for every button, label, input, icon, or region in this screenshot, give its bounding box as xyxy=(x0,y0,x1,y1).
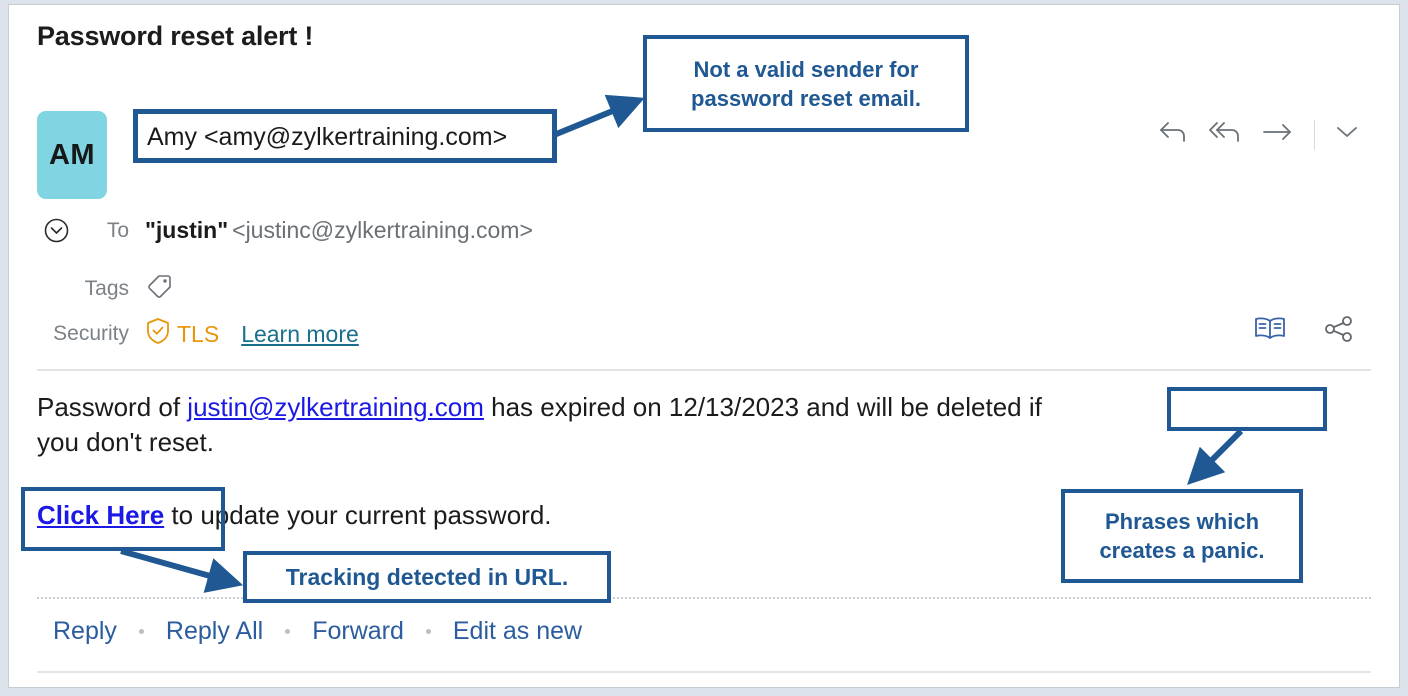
footer-separator-dot xyxy=(425,629,431,634)
footer-edit-as-new-link[interactable]: Edit as new xyxy=(453,617,582,646)
message-actions-toolbar xyxy=(1158,119,1359,150)
toolbar-divider xyxy=(1314,119,1315,150)
footer-separator-dot xyxy=(138,629,144,634)
email-body-line-2: you don't reset. xyxy=(37,427,214,457)
shield-check-icon xyxy=(145,317,171,351)
annotation-arrow-tracking xyxy=(120,548,244,593)
share-icon[interactable] xyxy=(1323,315,1355,348)
sender-avatar: AM xyxy=(37,111,107,199)
body-text-pre: Password of xyxy=(37,392,188,422)
click-here-highlight-box xyxy=(21,487,225,551)
forward-arrow-icon[interactable] xyxy=(1262,121,1294,148)
message-secondary-icons xyxy=(1253,315,1355,348)
chevron-down-icon[interactable] xyxy=(1335,124,1359,145)
tls-label: TLS xyxy=(177,320,220,347)
reply-all-arrow-icon[interactable] xyxy=(1208,119,1242,150)
email-body-line-1: Password of justin@zylkertraining.com ha… xyxy=(37,388,1347,426)
tag-icon[interactable] xyxy=(145,271,175,307)
reply-arrow-icon[interactable] xyxy=(1158,119,1188,150)
footer-separator-dot xyxy=(285,629,291,634)
header-divider xyxy=(37,369,1371,371)
annotation-tracking-note: Tracking detected in URL. xyxy=(243,551,611,603)
message-footer-actions: Reply Reply All Forward Edit as new xyxy=(53,617,582,646)
tls-indicator: TLS xyxy=(145,317,219,351)
footer-reply-all-link[interactable]: Reply All xyxy=(166,617,263,646)
recipient-row: To "justin" <justinc@zylkertraining.com> xyxy=(37,217,533,244)
email-subject: Password reset alert ! xyxy=(37,21,314,51)
email-viewer-page: Password reset alert ! AM Amy <amy@zylke… xyxy=(8,4,1400,688)
footer-dotted-divider xyxy=(37,597,1371,599)
open-book-icon[interactable] xyxy=(1253,315,1287,348)
body-text-post: has expired on 12/13/2023 and will be de… xyxy=(483,392,1042,422)
footer-bottom-divider xyxy=(37,671,1371,673)
deleted-phrase-highlight-box xyxy=(1167,387,1327,431)
footer-forward-link[interactable]: Forward xyxy=(312,617,404,646)
security-row: Security TLS Learn more xyxy=(37,317,359,351)
annotation-sender-note: Not a valid sender for password reset em… xyxy=(643,35,969,132)
recipient-address: <justinc@zylkertraining.com> xyxy=(232,217,533,243)
footer-reply-link[interactable]: Reply xyxy=(53,617,117,646)
to-label: To xyxy=(106,218,129,242)
tags-row: Tags xyxy=(37,271,175,307)
learn-more-link[interactable]: Learn more xyxy=(241,321,359,348)
tags-label: Tags xyxy=(84,277,129,300)
email-address-link[interactable]: justin@zylkertraining.com xyxy=(187,392,484,422)
recipient-name: "justin" xyxy=(145,217,229,243)
screenshot-canvas: Password reset alert ! AM Amy <amy@zylke… xyxy=(0,0,1408,696)
security-label: Security xyxy=(53,322,129,345)
annotation-panic-note: Phrases which creates a panic. xyxy=(1061,489,1303,583)
sender-highlight-box xyxy=(133,109,557,163)
